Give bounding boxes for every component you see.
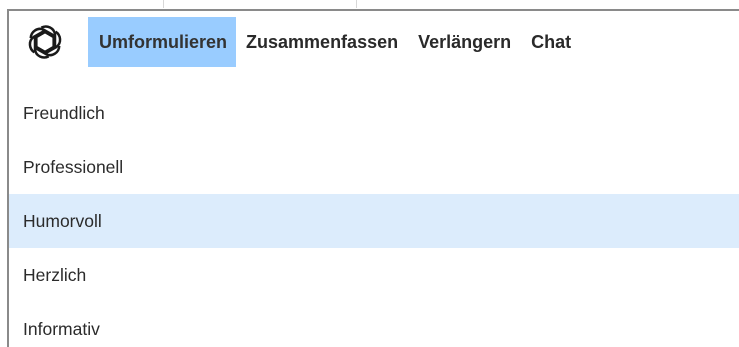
openai-knot-icon[interactable]: [21, 18, 69, 66]
tab-verlaengern[interactable]: Verlängern: [408, 17, 521, 67]
column-divider: [163, 0, 164, 8]
column-divider: [356, 0, 357, 8]
menu-item-professionell[interactable]: Professionell: [9, 140, 739, 194]
menu-item-humorvoll[interactable]: Humorvoll: [9, 194, 739, 248]
tone-menu: Freundlich Professionell Humorvoll Herzl…: [9, 86, 739, 347]
background-page-strip: [0, 0, 739, 8]
openai-knot-icon-svg: [28, 25, 62, 59]
menu-item-freundlich[interactable]: Freundlich: [9, 86, 739, 140]
tab-zusammenfassen[interactable]: Zusammenfassen: [236, 17, 408, 67]
assistant-panel: Umformulieren Zusammenfassen Verlängern …: [7, 9, 739, 347]
screen: Umformulieren Zusammenfassen Verlängern …: [0, 0, 739, 347]
menu-item-informativ[interactable]: Informativ: [9, 302, 739, 347]
action-toolbar: Umformulieren Zusammenfassen Verlängern …: [9, 11, 739, 73]
menu-item-herzlich[interactable]: Herzlich: [9, 248, 739, 302]
tab-umformulieren[interactable]: Umformulieren: [88, 17, 237, 67]
tab-chat[interactable]: Chat: [521, 17, 581, 67]
